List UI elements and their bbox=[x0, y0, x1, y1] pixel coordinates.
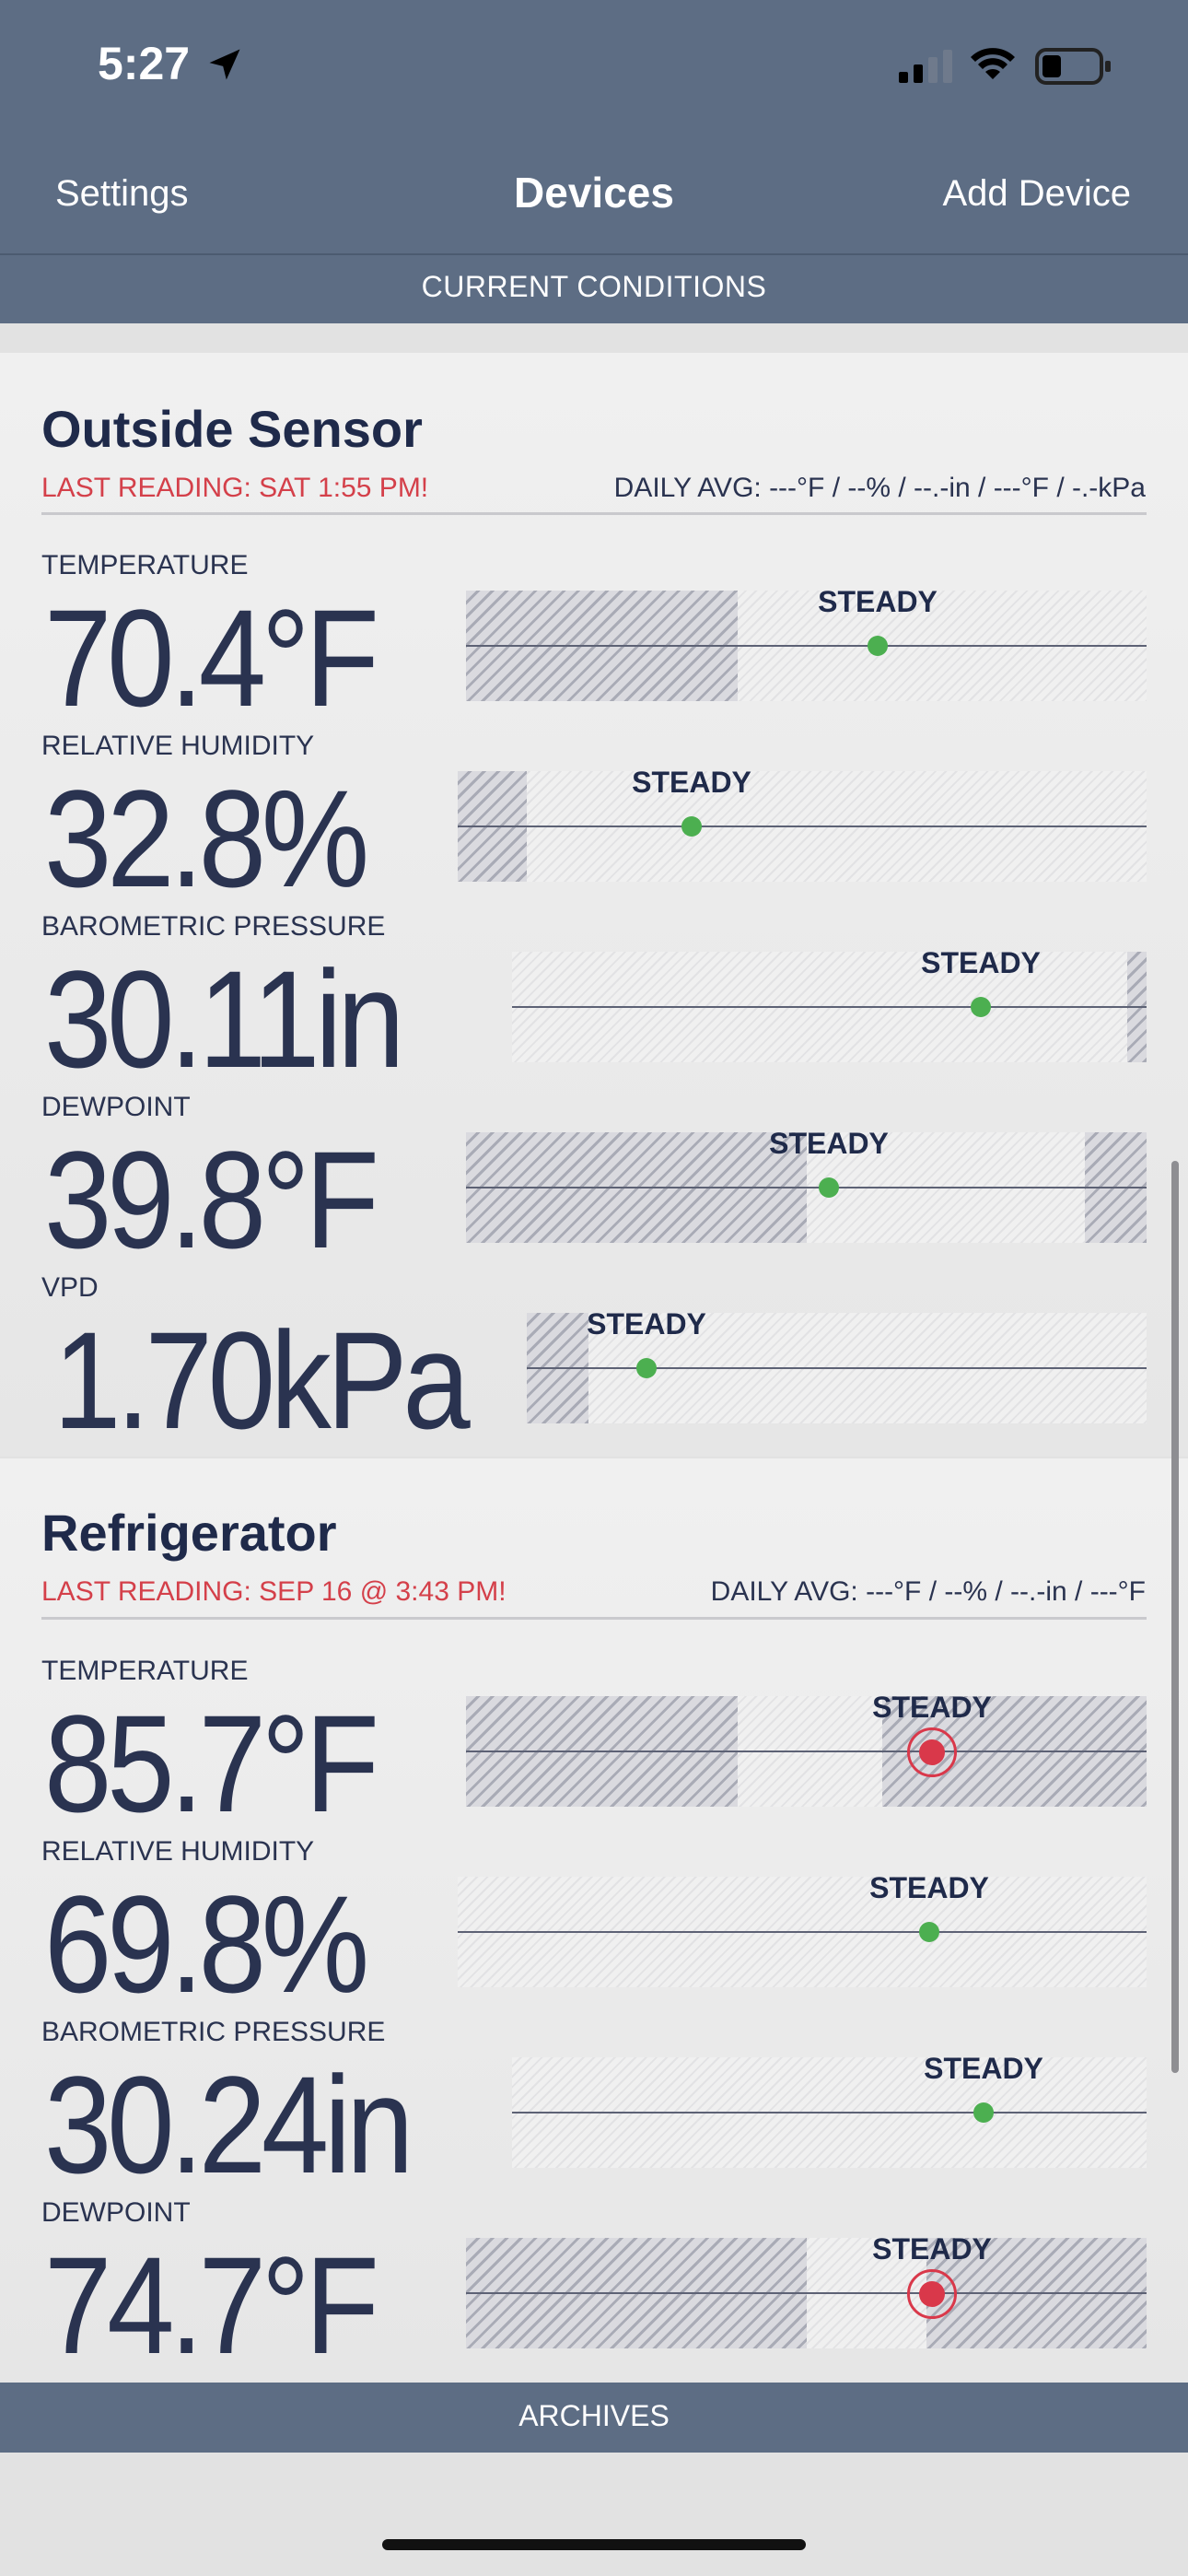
metric-label-temperature: TEMPERATURE bbox=[41, 1656, 249, 1686]
location-arrow-icon bbox=[209, 49, 240, 80]
metric-value-humidity: 69.8% bbox=[44, 1867, 369, 2021]
metric-label-pressure: BAROMETRIC PRESSURE bbox=[41, 911, 386, 942]
last-reading: LAST READING: SEP 16 @ 3:43 PM! bbox=[41, 1576, 507, 1607]
metric-label-humidity: RELATIVE HUMIDITY bbox=[41, 731, 315, 761]
metric-label-humidity: RELATIVE HUMIDITY bbox=[41, 1836, 315, 1867]
trend-label: STEADY bbox=[872, 2232, 992, 2266]
reading-indicator-dot bbox=[973, 2102, 994, 2123]
device-card-outside-sensor[interactable]: Outside Sensor LAST READING: SAT 1:55 PM… bbox=[0, 353, 1188, 1457]
trend-label: STEADY bbox=[872, 1691, 992, 1724]
trend-label: STEADY bbox=[632, 766, 751, 799]
trend-gauge-pressure: STEADY bbox=[512, 2052, 1147, 2168]
trend-label: STEADY bbox=[818, 585, 938, 618]
gauge-line bbox=[512, 1006, 1147, 1008]
trend-label: STEADY bbox=[921, 946, 1041, 979]
current-conditions-label: CURRENT CONDITIONS bbox=[421, 270, 767, 303]
metric-label-vpd: VPD bbox=[41, 1272, 99, 1303]
gauge-line bbox=[466, 1187, 1147, 1188]
trend-gauge-vpd: STEADY bbox=[527, 1307, 1147, 1423]
daily-average: DAILY AVG: ---°F / --% / --.-in / ---°F bbox=[710, 1576, 1146, 1607]
alert-indicator-dot bbox=[907, 1727, 957, 1777]
device-name: Refrigerator bbox=[41, 1504, 337, 1562]
reading-indicator-dot bbox=[868, 636, 888, 656]
trend-gauge-dewpoint: STEADY bbox=[466, 2232, 1147, 2348]
reading-indicator-dot bbox=[681, 816, 702, 837]
daily-average: DAILY AVG: ---°F / --% / --.-in / ---°F … bbox=[613, 473, 1146, 503]
trend-label: STEADY bbox=[769, 1127, 889, 1160]
trend-gauge-dewpoint: STEADY bbox=[466, 1127, 1147, 1243]
metric-value-pressure: 30.24in bbox=[44, 2047, 413, 2202]
metric-value-vpd: 1.70kPa bbox=[53, 1303, 471, 1458]
archives-label: ARCHIVES bbox=[518, 2399, 670, 2432]
status-time: 5:27 bbox=[98, 38, 191, 89]
device-name: Outside Sensor bbox=[41, 400, 423, 458]
divider bbox=[41, 1617, 1147, 1620]
metric-value-humidity: 32.8% bbox=[44, 761, 369, 916]
reading-indicator-dot bbox=[636, 1358, 657, 1378]
gauge-line bbox=[466, 2292, 1147, 2294]
gauge-line bbox=[458, 1931, 1147, 1933]
gauge-line bbox=[466, 1751, 1147, 1752]
alert-indicator-dot bbox=[907, 2269, 957, 2319]
trend-label: STEADY bbox=[869, 1871, 989, 1904]
metric-value-dewpoint: 74.7°F bbox=[44, 2228, 379, 2383]
home-indicator[interactable] bbox=[382, 2539, 806, 2550]
trend-label: STEADY bbox=[924, 2052, 1043, 2085]
add-device-button[interactable]: Add Device bbox=[942, 173, 1131, 215]
wifi-icon bbox=[971, 48, 1015, 79]
trend-gauge-pressure: STEADY bbox=[512, 946, 1147, 1062]
reading-indicator-dot bbox=[919, 1922, 939, 1942]
reading-indicator-dot bbox=[971, 997, 991, 1017]
metric-label-pressure: BAROMETRIC PRESSURE bbox=[41, 2017, 386, 2047]
gauge-line bbox=[466, 645, 1147, 647]
metric-label-temperature: TEMPERATURE bbox=[41, 550, 249, 580]
trend-gauge-temperature: STEADY bbox=[466, 1691, 1147, 1807]
cellular-signal-icon bbox=[899, 50, 952, 83]
trend-gauge-temperature: STEADY bbox=[466, 585, 1147, 701]
gauge-line bbox=[458, 825, 1147, 827]
scrollbar[interactable] bbox=[1171, 1161, 1179, 2073]
trend-label: STEADY bbox=[587, 1307, 706, 1341]
device-card-refrigerator[interactable]: Refrigerator LAST READING: SEP 16 @ 3:43… bbox=[0, 1458, 1188, 2383]
metric-label-dewpoint: DEWPOINT bbox=[41, 2197, 191, 2228]
gauge-line bbox=[527, 1367, 1147, 1369]
metric-value-temperature: 70.4°F bbox=[44, 580, 379, 735]
trend-gauge-humidity: STEADY bbox=[458, 766, 1147, 882]
metric-value-dewpoint: 39.8°F bbox=[44, 1122, 379, 1277]
reading-indicator-dot bbox=[819, 1177, 839, 1198]
archives-tab[interactable]: ARCHIVES bbox=[0, 2383, 1188, 2453]
divider bbox=[41, 512, 1147, 515]
trend-gauge-humidity: STEADY bbox=[458, 1871, 1147, 1987]
top-bar: 5:27 Settings Devices Add Device bbox=[0, 0, 1188, 253]
metric-value-pressure: 30.11in bbox=[44, 942, 405, 1096]
metric-label-dewpoint: DEWPOINT bbox=[41, 1092, 191, 1122]
last-reading: LAST READING: SAT 1:55 PM! bbox=[41, 473, 429, 503]
gauge-line bbox=[512, 2112, 1147, 2113]
current-conditions-tab[interactable]: CURRENT CONDITIONS bbox=[0, 253, 1188, 323]
battery-icon bbox=[1035, 48, 1111, 85]
metric-value-temperature: 85.7°F bbox=[44, 1686, 379, 1841]
